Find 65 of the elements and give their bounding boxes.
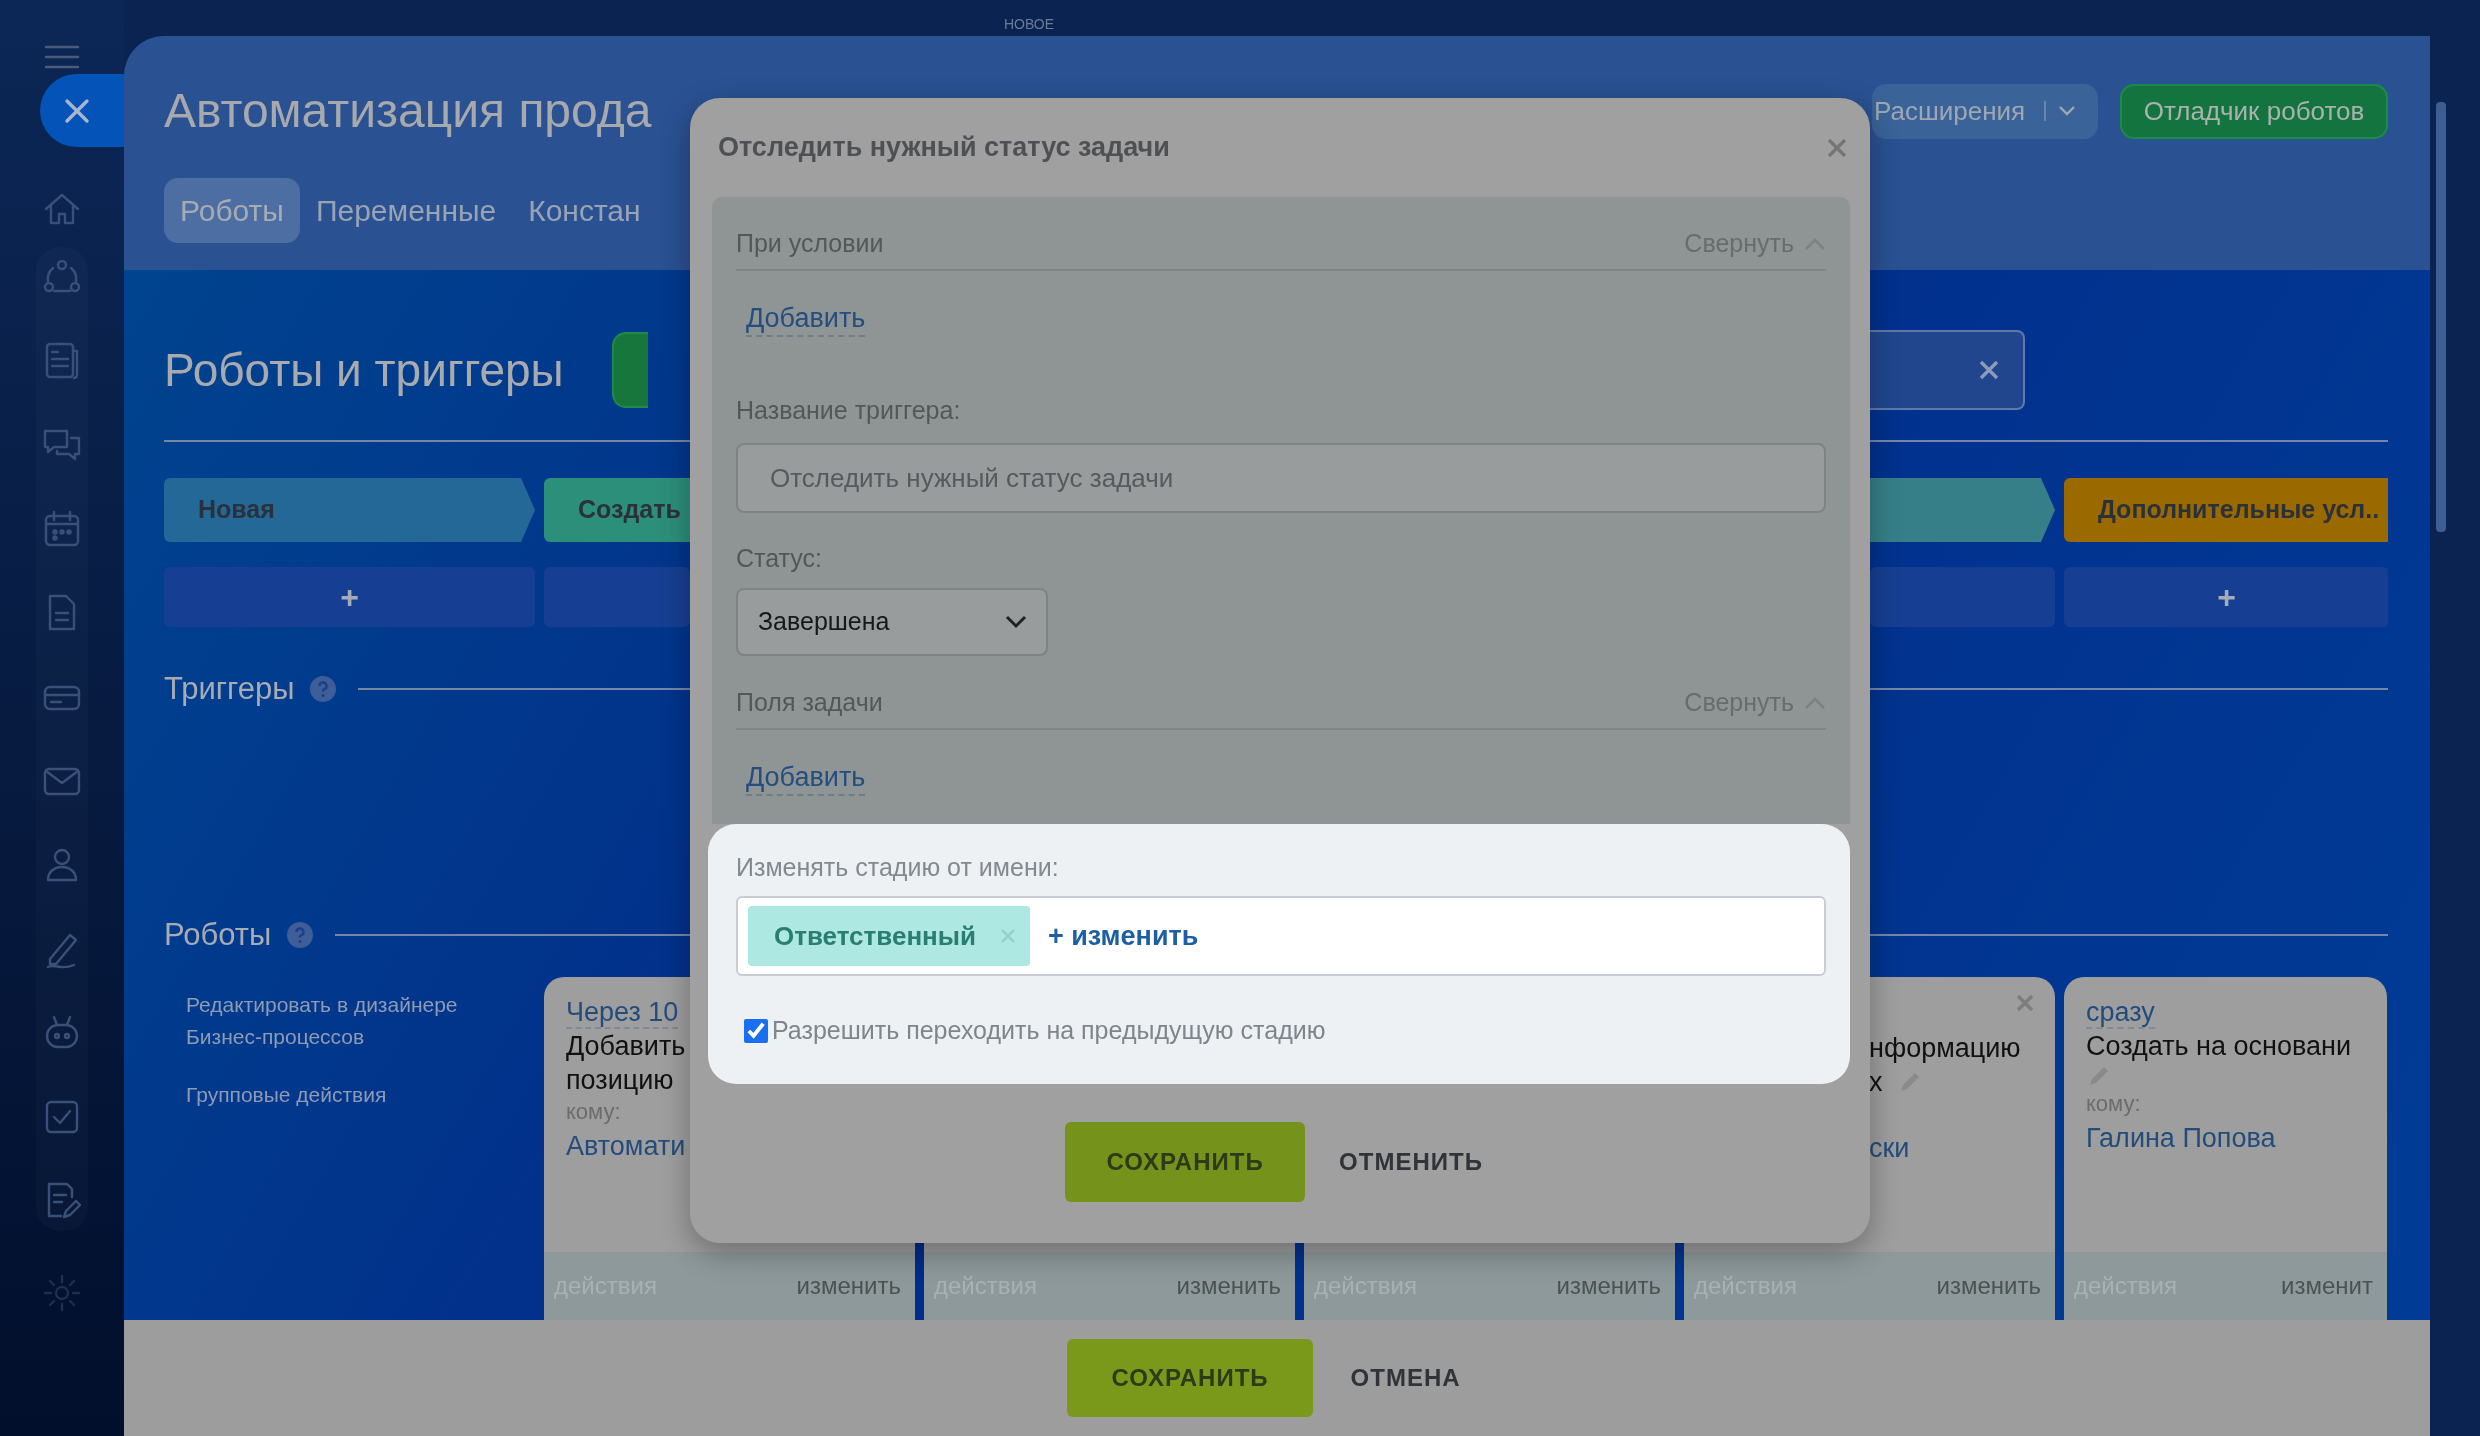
help-icon[interactable] [287,922,314,948]
add-robot-slot[interactable]: + [164,567,535,627]
edit-link[interactable]: изменить [1936,1268,2041,1304]
close-icon[interactable] [1826,136,1848,159]
robot-title: Добавить [566,1030,686,1063]
clear-icon [1979,360,1999,380]
edit-link[interactable]: изменить [1176,1268,1281,1304]
close-icon [64,97,90,124]
robot-title: позицию [566,1064,674,1097]
tab[interactable]: Переменные [299,178,513,243]
help-icon[interactable] [310,676,337,702]
checkbox-label: Разрешить переходить на предыдущую стадию [772,1015,1326,1047]
section-title: Роботы и триггеры [164,343,564,398]
designer-link[interactable]: Редактировать в дизайнере Бизнес-процессов [186,989,506,1053]
robot-title: Создать на основани [2086,1030,2352,1063]
top-label: НОВОЕ [1004,16,1055,32]
modal-title: Отследить нужный статус задачи [718,131,1170,165]
chevron-down-icon [1004,614,1028,630]
add-robot-slot[interactable] [1870,567,2055,627]
tab[interactable]: Роботы [164,178,300,243]
delay-link[interactable]: Через 10 [566,997,679,1029]
add-robot-slot[interactable]: + [2064,567,2388,627]
stage-header[interactable]: Дополнительные усл.. [2064,478,2388,542]
name-field[interactable]: Отследить нужный статус задачи [736,443,1826,513]
edit-link[interactable]: изменит [2281,1268,2373,1304]
close-button[interactable] [40,74,124,147]
remove-icon[interactable] [1000,928,1016,944]
filter-field[interactable] [1870,330,2025,410]
add-button[interactable] [611,332,648,408]
scrollbar[interactable] [2436,102,2446,532]
section-heading: Роботы [164,915,272,954]
user-tag[interactable]: Ответственный [748,906,1030,966]
section-title: Поля задачи [736,687,883,719]
add-robot-slot[interactable] [544,567,690,627]
save-button[interactable]: СОХРАНИТЬ [1065,1122,1306,1202]
edit-link[interactable]: изменить [1556,1268,1661,1304]
page-title: Автоматизация прода [164,83,652,139]
robot-title: х [1869,1066,1883,1099]
tab[interactable]: Констан [512,178,657,243]
stage-header[interactable]: Новая [164,478,535,542]
edit-link[interactable]: изменить [796,1268,901,1304]
cancel-button[interactable]: ОТМЕНИТЬ [1333,1122,1489,1202]
add-link[interactable]: Добавить [746,760,866,796]
field-label: Название триггера: [736,395,962,426]
change-link[interactable]: + изменить [1048,915,1199,957]
designer-link[interactable]: Групповые действия [186,1079,506,1111]
assignee-link[interactable]: ски [1869,1133,1910,1163]
field-label: Изменять стадию от имени: [736,852,1060,883]
allow-checkbox[interactable] [744,1019,768,1043]
cancel-button[interactable]: ОТМЕНА [1344,1359,1467,1397]
assignee-link[interactable]: Галина Попова [2086,1123,2276,1153]
extensions-button[interactable]: Расширения [1872,83,2098,139]
menu-icon [44,44,80,70]
status-select[interactable]: Завершена [736,588,1048,656]
save-button[interactable]: СОХРАНИТЬ [1067,1339,1313,1417]
assignee-link[interactable]: Автомати [566,1131,686,1161]
robot-title: нформацию [1869,1032,2021,1065]
user-field[interactable]: Ответственный + изменить [736,896,1826,976]
debugger-button[interactable]: Отладчик роботов [2120,83,2388,139]
section-heading: Триггеры [164,669,295,708]
section-title: При условии [736,228,884,260]
field-label: Статус: [736,543,823,574]
delay-link[interactable]: сразу [2086,997,2155,1029]
add-link[interactable]: Добавить [746,301,866,337]
close-icon[interactable] [2015,993,2035,1013]
